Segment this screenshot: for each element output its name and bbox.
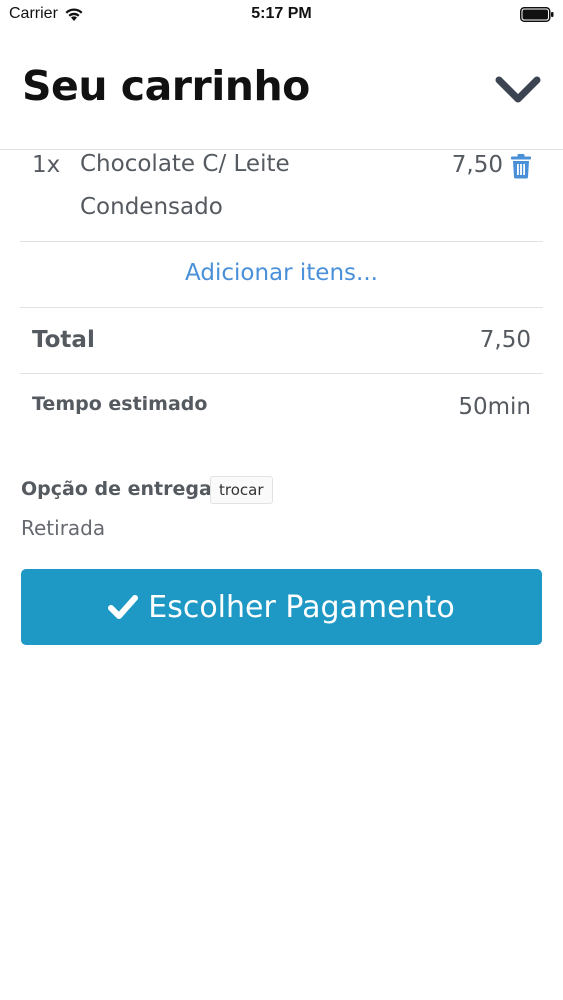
estimated-time-value: 50min	[458, 394, 531, 420]
change-delivery-button[interactable]: trocar	[210, 476, 273, 504]
choose-payment-button[interactable]: Escolher Pagamento	[21, 569, 542, 645]
add-items-link[interactable]: Adicionar itens...	[20, 260, 543, 286]
delivery-option-label: Opção de entrega	[21, 478, 212, 500]
chevron-down-icon[interactable]	[495, 74, 541, 108]
check-icon	[108, 595, 139, 619]
cart-screen: Carrier 5:17 PM Seu carrinho 1x Chocolat…	[0, 0, 563, 1000]
total-value: 7,50	[479, 327, 531, 353]
trash-icon[interactable]	[510, 153, 532, 179]
choose-payment-label: Escolher Pagamento	[148, 589, 455, 625]
item-price: 7,50	[451, 152, 503, 178]
status-bar: Carrier 5:17 PM	[0, 0, 563, 30]
item-quantity: 1x	[32, 152, 61, 178]
header: Seu carrinho	[0, 30, 563, 150]
estimated-time-row: Tempo estimado 50min	[20, 374, 543, 440]
estimated-time-label: Tempo estimado	[32, 393, 208, 415]
clock: 5:17 PM	[251, 5, 312, 22]
add-items-row: Adicionar itens...	[20, 242, 543, 308]
battery-icon	[520, 7, 554, 22]
total-label: Total	[32, 327, 95, 353]
cart-item-row: 1x Chocolate C/ Leite Condensado 7,50	[20, 150, 543, 242]
total-row: Total 7,50	[20, 308, 543, 374]
delivery-option-value: Retirada	[21, 516, 106, 540]
page-title: Seu carrinho	[22, 62, 310, 110]
item-name: Chocolate C/ Leite Condensado	[80, 151, 290, 220]
